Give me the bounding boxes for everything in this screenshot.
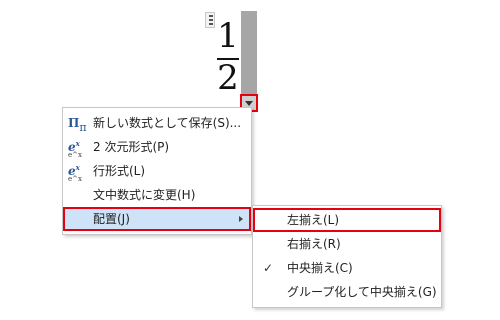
fraction-numerator: 1	[217, 16, 239, 56]
submenu-item-label: 中央揃え(C)	[287, 261, 353, 275]
menu-item-professional[interactable]: ex e^x 2 次元形式(P)	[63, 135, 251, 159]
submenu-item-right[interactable]: 右揃え(R)	[253, 232, 441, 256]
submenu-arrow-icon	[239, 216, 243, 222]
menu-item-justification[interactable]: 配置(J)	[63, 207, 251, 231]
equation-side-bar	[241, 11, 257, 97]
menu-item-label: 配置(J)	[93, 212, 130, 226]
submenu-item-label: 右揃え(R)	[287, 237, 341, 251]
menu-item-label: 新しい数式として保存(S)...	[93, 116, 242, 130]
menu-item-label: 2 次元形式(P)	[93, 140, 170, 154]
justification-submenu: 左揃え(L) 右揃え(R) ✓ 中央揃え(C) グループ化して中央揃え(G)	[252, 205, 442, 308]
submenu-item-label: 左揃え(L)	[287, 213, 340, 227]
menu-item-label: 行形式(L)	[93, 164, 146, 178]
menu-item-save-new-equation[interactable]: Пπ 新しい数式として保存(S)...	[63, 111, 251, 135]
submenu-item-label: グループ化して中央揃え(G)	[287, 285, 437, 299]
chevron-down-icon	[245, 101, 253, 106]
checkmark-icon: ✓	[263, 261, 274, 275]
equation-grip-handle[interactable]	[205, 12, 215, 28]
submenu-item-center-as-group[interactable]: グループ化して中央揃え(G)	[253, 280, 441, 304]
submenu-item-left[interactable]: 左揃え(L)	[253, 208, 441, 232]
fraction-denominator: 2	[217, 58, 239, 98]
submenu-item-center[interactable]: ✓ 中央揃え(C)	[253, 256, 441, 280]
save-equation-icon: Пπ	[68, 116, 87, 134]
linear-format-icon: ex e^x	[68, 163, 82, 183]
equation-context-menu: Пπ 新しい数式として保存(S)... ex e^x 2 次元形式(P) ex e^…	[62, 107, 252, 235]
menu-item-change-to-inline[interactable]: 文中数式に変更(H)	[63, 183, 251, 207]
menu-item-label: 文中数式に変更(H)	[93, 188, 196, 202]
professional-format-icon: ex e^x	[68, 139, 82, 159]
menu-item-linear[interactable]: ex e^x 行形式(L)	[63, 159, 251, 183]
